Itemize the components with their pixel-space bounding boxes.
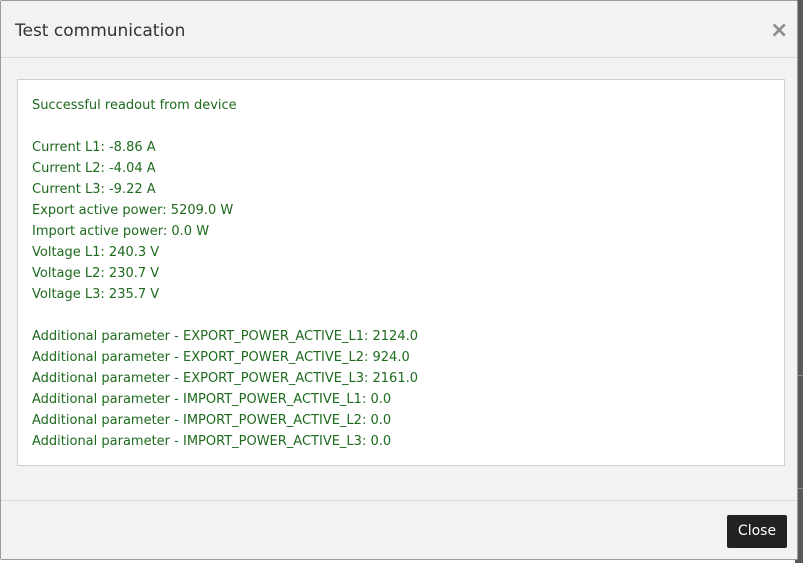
additional-parameter-line: Additional parameter - IMPORT_POWER_ACTI… — [32, 413, 392, 428]
close-button[interactable]: Close — [727, 515, 787, 548]
dialog-header: Test communication × — [1, 1, 797, 58]
measurement-line: Import active power: 0.0 W — [32, 224, 210, 239]
readout-status: Successful readout from device — [32, 98, 237, 113]
dialog-title: Test communication — [15, 21, 186, 41]
readout-panel: Successful readout from device Current L… — [17, 79, 785, 466]
additional-parameter-line: Additional parameter - IMPORT_POWER_ACTI… — [32, 434, 392, 449]
dialog-footer: Close — [1, 500, 797, 559]
close-icon[interactable]: × — [770, 19, 788, 43]
measurement-line: Current L3: -9.22 A — [32, 182, 156, 197]
measurement-line: Voltage L1: 240.3 V — [32, 245, 160, 260]
test-communication-dialog: Test communication × Successful readout … — [0, 0, 798, 560]
additional-parameter-line: Additional parameter - EXPORT_POWER_ACTI… — [32, 329, 419, 344]
measurement-line: Current L2: -4.04 A — [32, 161, 156, 176]
measurement-line: Voltage L2: 230.7 V — [32, 266, 160, 281]
measurement-line: Voltage L3: 235.7 V — [32, 287, 160, 302]
measurement-line: Export active power: 5209.0 W — [32, 203, 234, 218]
additional-parameter-line: Additional parameter - EXPORT_POWER_ACTI… — [32, 371, 419, 386]
page: Test communication × Successful readout … — [0, 0, 803, 563]
dialog-body: Successful readout from device Current L… — [1, 58, 797, 500]
measurement-line: Current L1: -8.86 A — [32, 140, 156, 155]
additional-parameter-line: Additional parameter - EXPORT_POWER_ACTI… — [32, 350, 410, 365]
additional-parameter-line: Additional parameter - IMPORT_POWER_ACTI… — [32, 392, 392, 407]
